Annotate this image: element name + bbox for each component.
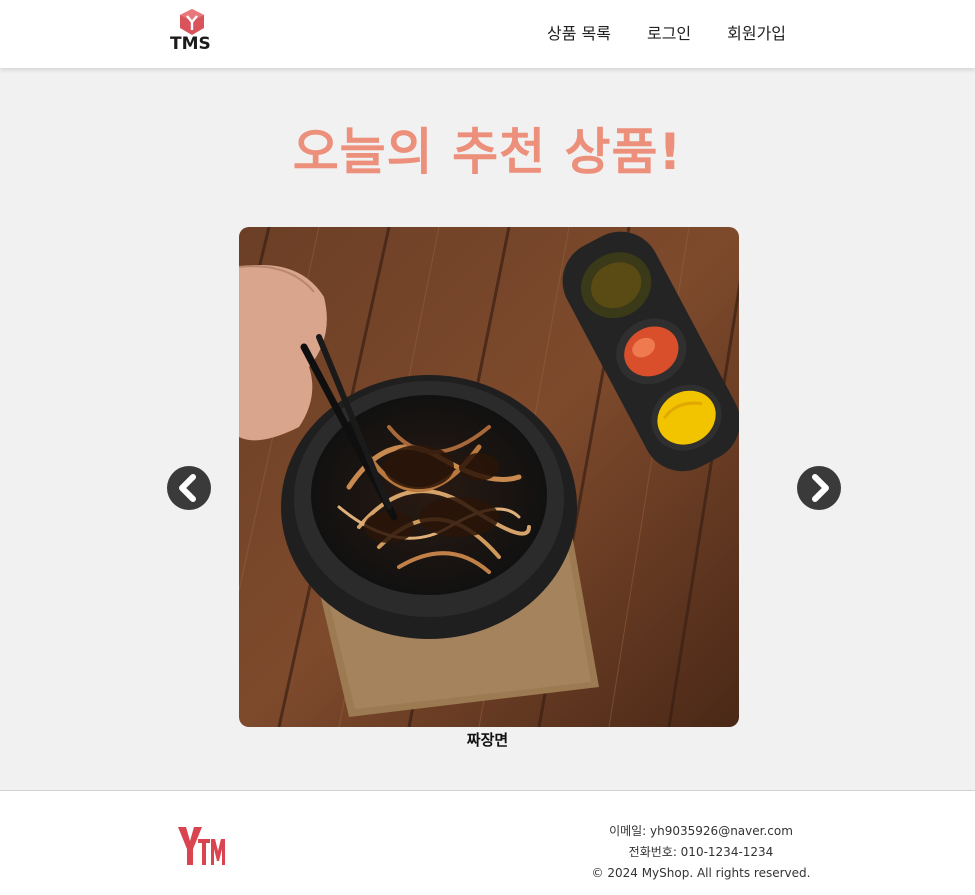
nav-signup[interactable]: 회원가입 bbox=[727, 20, 786, 44]
footer-logo bbox=[176, 823, 230, 869]
page-title: 오늘의 추천 상품! bbox=[292, 123, 683, 181]
carousel-next-button[interactable] bbox=[797, 466, 841, 510]
carousel-slide-image bbox=[239, 227, 739, 727]
site-header: TMS 상품 목록 로그인 회원가입 bbox=[0, 0, 975, 68]
logo-text: TMS bbox=[170, 34, 211, 54]
main-nav: 상품 목록 로그인 회원가입 bbox=[547, 20, 786, 44]
chevron-left-icon bbox=[179, 474, 196, 502]
carousel-prev-button[interactable] bbox=[167, 466, 211, 510]
chevron-right-icon bbox=[812, 474, 829, 502]
nav-login[interactable]: 로그인 bbox=[647, 20, 691, 44]
footer-copyright: © 2024 MyShop. All rights reserved. bbox=[591, 866, 811, 880]
slide-caption: 짜장면 bbox=[466, 731, 509, 749]
footer-phone: 전화번호: 010-1234-1234 bbox=[628, 845, 774, 859]
footer-email: 이메일: yh9035926@naver.com bbox=[609, 824, 793, 838]
site-footer: 이메일: yh9035926@naver.com 전화번호: 010-1234-… bbox=[0, 790, 975, 895]
nav-product-list[interactable]: 상품 목록 bbox=[547, 20, 611, 44]
footer-logo-icon bbox=[178, 827, 225, 865]
footer-contact: 이메일: yh9035926@naver.com 전화번호: 010-1234-… bbox=[560, 821, 842, 884]
jjajangmyeon-photo bbox=[239, 227, 739, 727]
